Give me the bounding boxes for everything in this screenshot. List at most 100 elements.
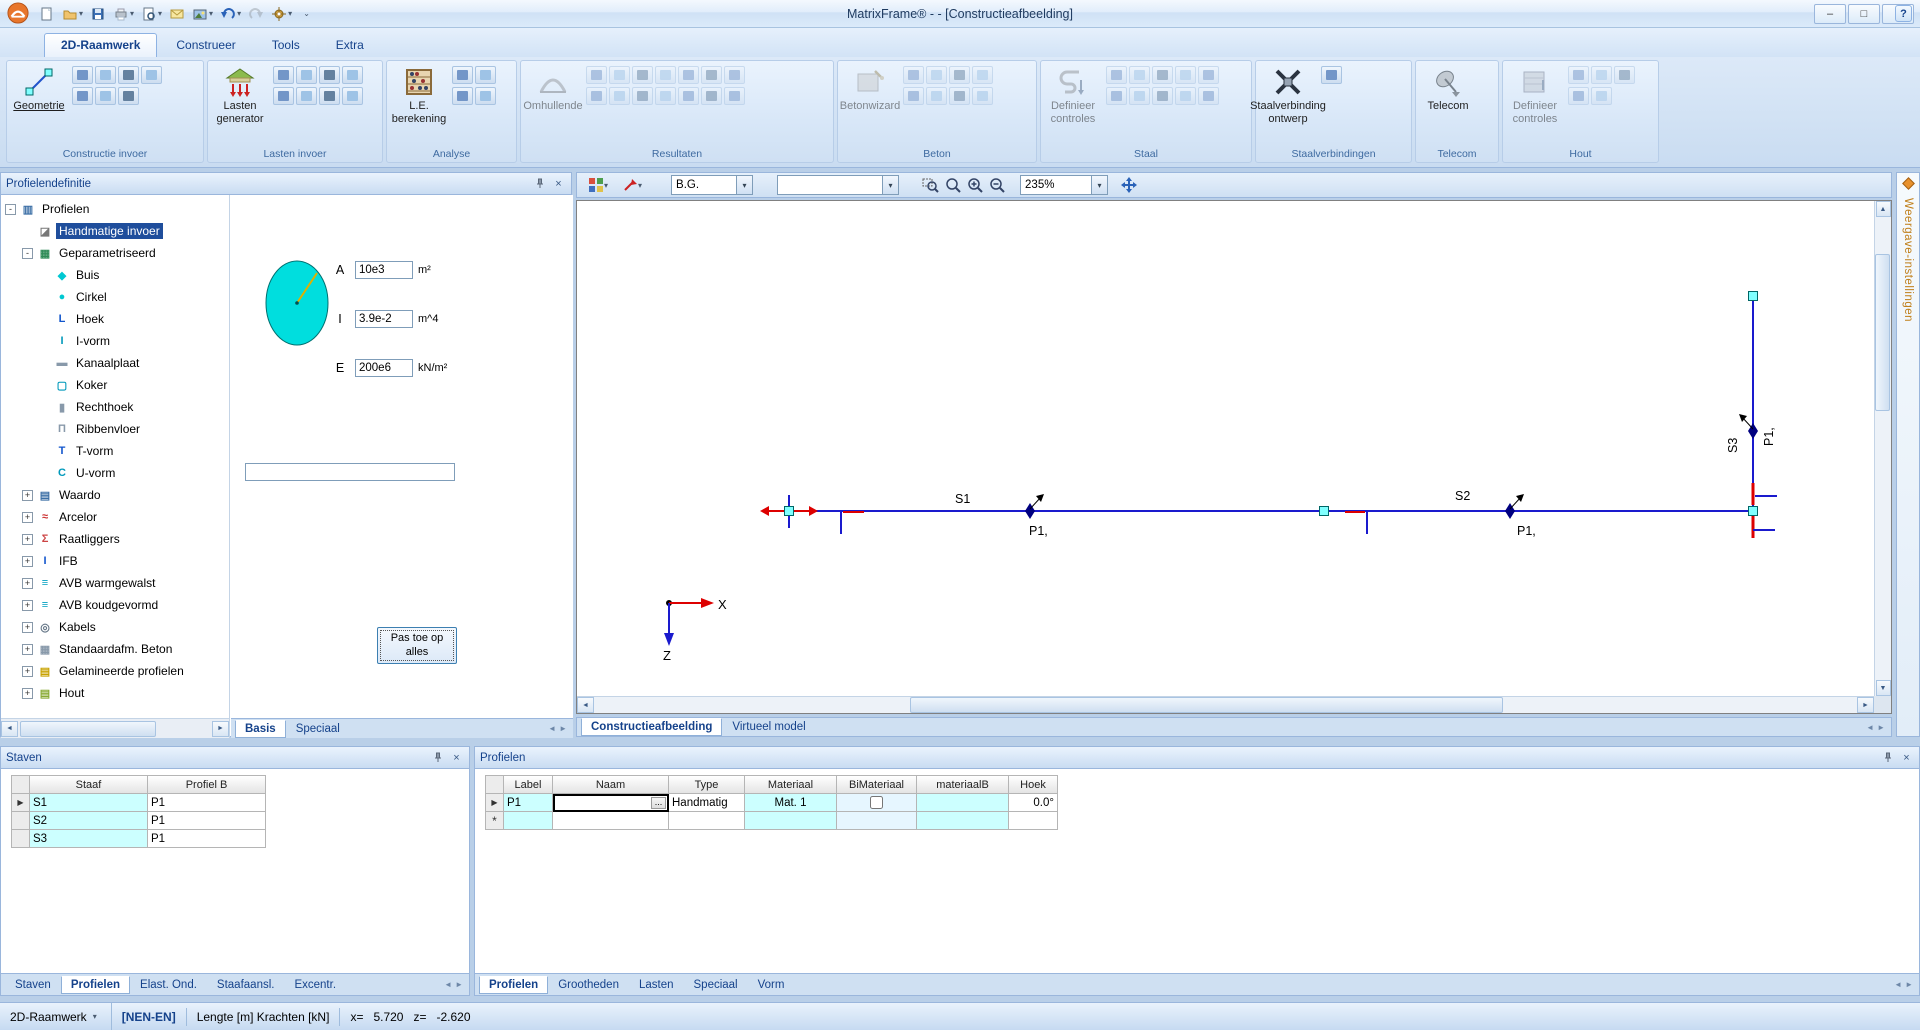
ribbon-small-icon[interactable] [903, 66, 924, 84]
tree-item-i-vorm[interactable]: II-vorm [1, 330, 229, 352]
scrollbar-thumb[interactable] [910, 697, 1504, 713]
ribbon-small-icon[interactable] [1321, 66, 1342, 84]
tab-virtueel-model[interactable]: Virtueel model [722, 718, 815, 736]
tree-expander-icon[interactable]: - [22, 248, 33, 259]
ribbon-small-icon[interactable] [95, 87, 116, 105]
ribbon-small-icon[interactable] [475, 87, 496, 105]
tree-expander-icon[interactable]: + [22, 534, 33, 545]
column-header[interactable]: Naam [553, 776, 669, 794]
ribbon-small-icon[interactable] [72, 66, 93, 84]
tree-item-hoek[interactable]: LHoek [1, 308, 229, 330]
ribbon-small-icon[interactable] [319, 87, 340, 105]
ribbon-small-icon[interactable] [701, 87, 722, 105]
tree-expander-icon[interactable]: + [22, 512, 33, 523]
tree-item-raatliggers[interactable]: +ΣRaatliggers [1, 528, 229, 550]
tree-item-kabels[interactable]: +◎Kabels [1, 616, 229, 638]
zoom-in-icon[interactable] [964, 175, 986, 195]
secondary-combobox[interactable]: ▾ [777, 175, 899, 195]
ribbon-small-icon[interactable] [632, 87, 653, 105]
ribbon-small-icon[interactable] [903, 87, 924, 105]
ribbon-small-icon[interactable] [678, 87, 699, 105]
close-icon[interactable]: × [551, 177, 566, 191]
minimize-button[interactable]: – [1814, 4, 1846, 24]
ribbon-small-icon[interactable] [1198, 66, 1219, 84]
tab-lasten[interactable]: Lasten [629, 976, 684, 994]
scrollbar-track[interactable] [18, 721, 212, 737]
tree-horizontal-scrollbar[interactable]: ◄ ► [1, 718, 230, 738]
tab-profielen[interactable]: Profielen [61, 976, 130, 994]
scroll-right-icon[interactable]: ► [1857, 697, 1874, 713]
tabs-scroll-right-icon[interactable]: ► [1905, 980, 1913, 989]
scrollbar-thumb[interactable] [20, 721, 156, 737]
tree-item-avb-koudgevormd[interactable]: +≡AVB koudgevormd [1, 594, 229, 616]
ribbon-small-icon[interactable] [1198, 87, 1219, 105]
materiaal-cell[interactable]: Mat. 1 [745, 794, 837, 812]
ribbon-small-icon[interactable] [342, 87, 363, 105]
staaf-cell[interactable]: S1 [30, 794, 148, 812]
ribbon-small-icon[interactable] [273, 87, 294, 105]
apply-to-all-button[interactable]: Pas toe op alles [377, 627, 457, 664]
ribbon-small-icon[interactable] [586, 87, 607, 105]
column-header[interactable]: Materiaal [745, 776, 837, 794]
ribbon-small-icon[interactable] [972, 66, 993, 84]
tree-expander-icon[interactable]: + [22, 622, 33, 633]
tabs-scroll-left-icon[interactable]: ◄ [1866, 723, 1874, 732]
ribbon-small-icon[interactable] [475, 66, 496, 84]
tree-item-profielen[interactable]: -▥Profielen [1, 198, 229, 220]
staal-definieer-controles-button[interactable]: Definieer controles [1044, 63, 1102, 125]
tab-vorm[interactable]: Vorm [748, 976, 795, 994]
ribbon-small-icon[interactable] [609, 87, 630, 105]
zoom-extents-icon[interactable] [942, 175, 964, 195]
zoom-window-icon[interactable] [919, 175, 942, 195]
ribbon-small-icon[interactable] [632, 66, 653, 84]
tab-grootheden[interactable]: Grootheden [548, 976, 629, 994]
profile-name-input[interactable] [245, 463, 455, 481]
geometrie-button[interactable]: Geometrie [10, 63, 68, 113]
ribbon-small-icon[interactable] [1152, 87, 1173, 105]
staaf-cell[interactable]: S3 [30, 830, 148, 848]
pin-icon[interactable] [1880, 751, 1895, 765]
tree-expander-icon[interactable]: - [5, 204, 16, 215]
column-header[interactable]: Type [669, 776, 745, 794]
ribbon-small-icon[interactable] [724, 87, 745, 105]
tree-item-geparametriseerd[interactable]: -▦Geparametriseerd [1, 242, 229, 264]
le-berekening-button[interactable]: L.E. berekening [390, 63, 448, 125]
telecom-button[interactable]: Telecom [1419, 63, 1477, 113]
ribbon-small-icon[interactable] [72, 87, 93, 105]
row-selector[interactable] [12, 830, 30, 848]
tab-excentr[interactable]: Excentr. [284, 976, 346, 994]
app-logo-icon[interactable] [6, 2, 32, 26]
tab-constructieafbeelding[interactable]: Constructieafbeelding [581, 718, 722, 736]
scroll-up-icon[interactable]: ▲ [1876, 201, 1891, 217]
column-header[interactable]: Label [504, 776, 553, 794]
combo-dropdown-icon[interactable]: ▾ [736, 176, 752, 194]
ribbon-small-icon[interactable] [949, 66, 970, 84]
canvas-horizontal-scrollbar[interactable]: ◄ ► [577, 696, 1874, 713]
tree-expander-icon[interactable]: + [22, 490, 33, 501]
tree-item-handmatige-invoer[interactable]: ◪Handmatige invoer [1, 220, 229, 242]
tab-construeer[interactable]: Construeer [159, 33, 252, 57]
model-canvas[interactable]: S1 S2 S3 P1, P1, P1, X Z ▲ ▼ ◄ [576, 200, 1892, 714]
tree-item-ifb[interactable]: +IIFB [1, 550, 229, 572]
tab-basis[interactable]: Basis [235, 720, 286, 738]
naam-cell[interactable] [553, 812, 669, 830]
tree-expander-icon[interactable]: + [22, 688, 33, 699]
ribbon-small-icon[interactable] [678, 66, 699, 84]
help-button[interactable]: ? [1895, 5, 1912, 22]
zoom-out-icon[interactable] [986, 175, 1008, 195]
betonwizard-button[interactable]: Betonwizard [841, 63, 899, 113]
type-cell[interactable]: Handmatig [669, 794, 745, 812]
customize-quick-access-icon[interactable]: ⌄ [296, 4, 316, 24]
ribbon-small-icon[interactable] [118, 66, 139, 84]
display-options-icon[interactable]: ▾ [585, 175, 611, 195]
staalverbinding-ontwerp-button[interactable]: Staalverbinding ontwerp [1259, 63, 1317, 125]
ribbon-small-icon[interactable] [1568, 87, 1589, 105]
browse-icon[interactable]: ... [651, 797, 666, 809]
ribbon-small-icon[interactable] [724, 66, 745, 84]
tab-extra[interactable]: Extra [319, 33, 381, 57]
staaf-cell[interactable]: S2 [30, 812, 148, 830]
profiel-cell[interactable]: P1 [148, 830, 266, 848]
ribbon-small-icon[interactable] [1175, 66, 1196, 84]
type-cell[interactable] [669, 812, 745, 830]
scroll-right-icon[interactable]: ► [212, 721, 229, 737]
